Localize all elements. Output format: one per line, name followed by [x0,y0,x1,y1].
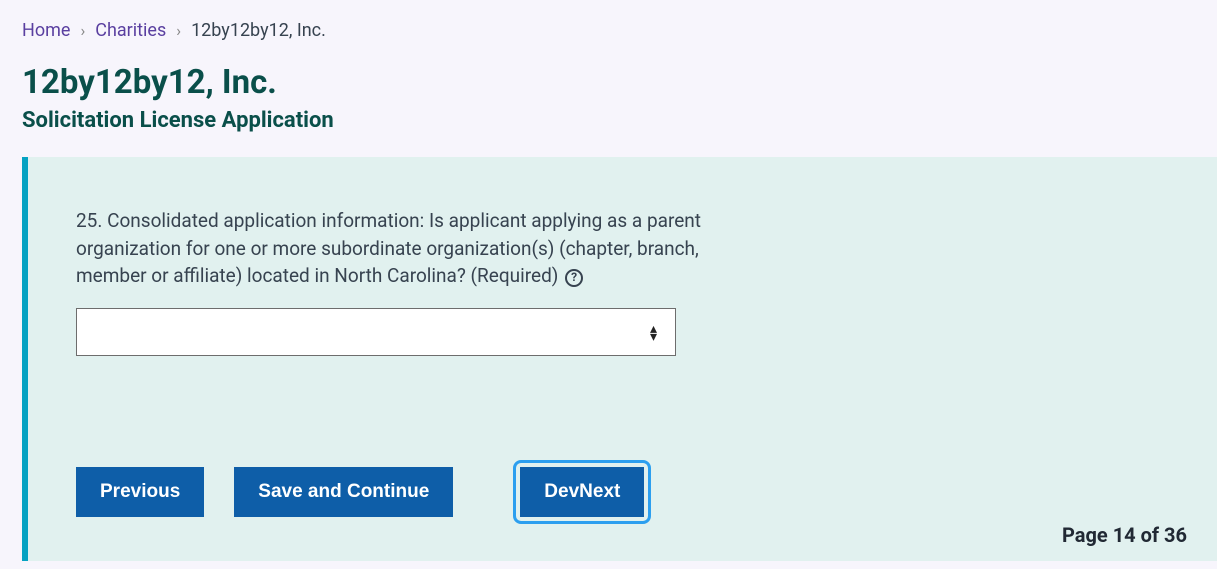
help-icon[interactable]: ? [565,269,583,287]
page-title: 12by12by12, Inc. [22,63,1195,102]
breadcrumb-charities[interactable]: Charities [95,20,166,41]
breadcrumb-current: 12by12by12, Inc. [191,20,326,41]
breadcrumb: Home › Charities › 12by12by12, Inc. [22,20,1195,41]
question-text: 25. Consolidated application information… [76,209,701,287]
page-subtitle: Solicitation License Application [22,108,1195,133]
question-label: 25. Consolidated application information… [76,207,716,290]
button-row: Previous Save and Continue DevNext [76,460,1187,524]
answer-select[interactable] [77,309,675,355]
answer-select-wrap: ▴▾ [76,308,676,356]
chevron-right-icon: › [80,21,85,40]
page-indicator: Page 14 of 36 [1062,523,1187,547]
chevron-right-icon: › [176,21,181,40]
previous-button[interactable]: Previous [76,467,204,517]
save-and-continue-button[interactable]: Save and Continue [234,467,453,517]
devnext-button[interactable]: DevNext [520,467,644,517]
form-panel: 25. Consolidated application information… [22,157,1217,561]
devnext-highlight: DevNext [513,460,651,524]
breadcrumb-home[interactable]: Home [22,20,70,41]
